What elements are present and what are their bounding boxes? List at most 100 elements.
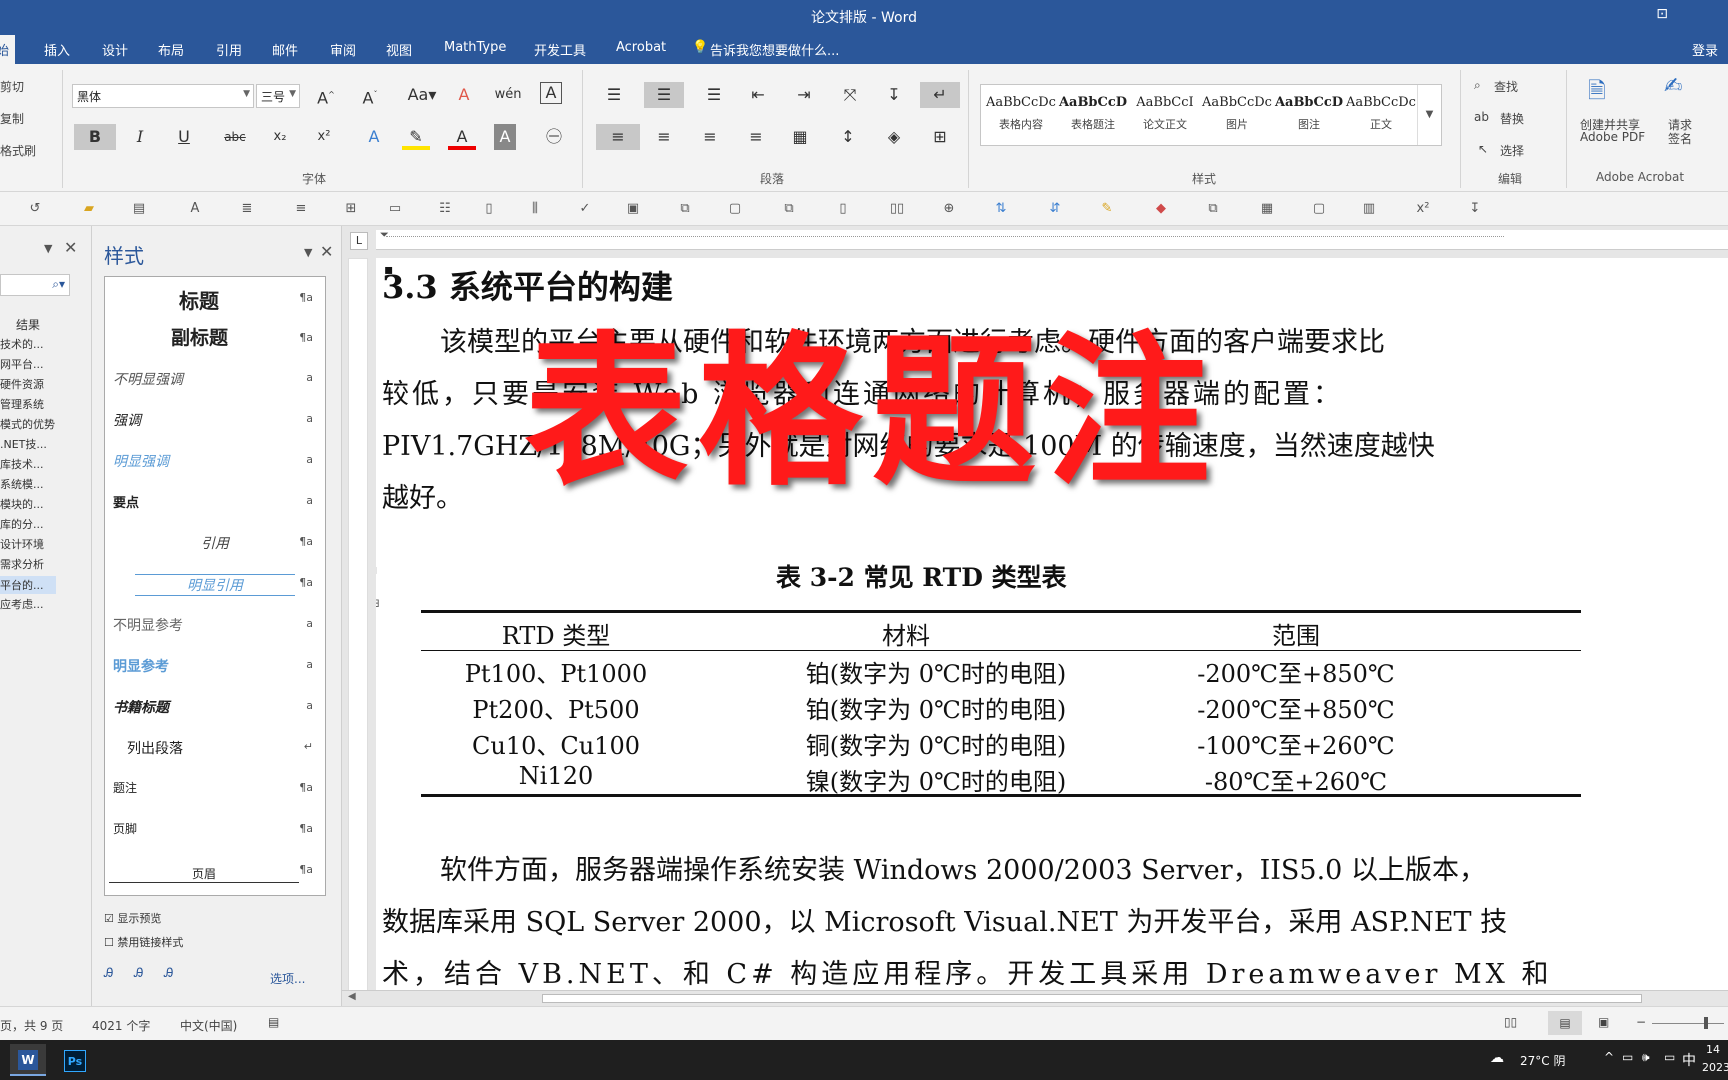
align-right-icon[interactable]: ≡: [696, 124, 724, 150]
find-button[interactable]: 查找: [1494, 78, 1518, 95]
style-inspector-icon[interactable]: Ꭿ: [134, 966, 143, 981]
show-preview-checkbox[interactable]: ☑ 显示预览: [104, 910, 161, 926]
cut-button[interactable]: 剪切: [0, 78, 24, 95]
style-item-intense-quote[interactable]: 明显引用 ¶a: [105, 566, 325, 600]
sort-icon[interactable]: ↧: [1466, 200, 1484, 218]
nav-heading-item[interactable]: 系统模...: [0, 476, 44, 492]
shrink-font-icon[interactable]: Aˇ: [356, 82, 384, 108]
character-border-icon[interactable]: A: [540, 82, 562, 104]
select-button[interactable]: 选择: [1500, 142, 1524, 159]
style-item-subtle-reference[interactable]: 不明显参考 a: [105, 607, 325, 641]
replace-button[interactable]: 替换: [1500, 110, 1524, 127]
style-item-book-title[interactable]: 书籍标题 a: [105, 689, 325, 723]
chevron-down-icon[interactable]: ▼: [243, 89, 250, 99]
font-size-combo[interactable]: 三号 ▼: [256, 84, 300, 108]
increase-indent-icon[interactable]: ⇥: [790, 82, 818, 108]
gallery-more-icon[interactable]: ▼: [1417, 85, 1441, 145]
nav-heading-item-selected[interactable]: 平台的...: [0, 576, 56, 594]
options-link[interactable]: 选项...: [270, 970, 305, 987]
volume-icon[interactable]: 🕪: [1642, 1050, 1650, 1065]
two-pages-icon[interactable]: ▯▯: [888, 200, 906, 218]
zoom-slider[interactable]: [1652, 1023, 1724, 1024]
superscript-icon[interactable]: x²: [310, 124, 338, 150]
format-painter-button[interactable]: 格式刷: [0, 142, 36, 159]
tab-review[interactable]: 审阅: [330, 40, 356, 59]
highlight-icon[interactable]: ✎: [402, 124, 430, 150]
clock-date[interactable]: 2023: [1702, 1061, 1728, 1074]
font-color-icon[interactable]: A: [448, 124, 476, 150]
phonetic-guide-icon[interactable]: wén: [494, 82, 522, 108]
scroll-left-icon[interactable]: ◀: [348, 991, 356, 1002]
sort-icon[interactable]: ⇵: [1046, 200, 1064, 218]
clear-format-icon[interactable]: A: [450, 82, 478, 108]
zoom-out-icon[interactable]: −: [1636, 1015, 1646, 1029]
close-icon[interactable]: ✕: [64, 238, 77, 257]
tab-view[interactable]: 视图: [386, 40, 412, 59]
align-icon[interactable]: ≡: [292, 200, 310, 218]
style-item-header[interactable]: 页眉 ¶a: [105, 853, 325, 887]
list-icon[interactable]: ☷: [436, 200, 454, 218]
nav-heading-item[interactable]: 硬件资源: [0, 376, 44, 392]
grow-font-icon[interactable]: A^: [312, 82, 340, 108]
style-table-content[interactable]: AaBbCcDc 表格内容: [985, 89, 1057, 143]
link-icon[interactable]: ⧉: [676, 200, 694, 218]
search-icon[interactable]: ⌕▾: [52, 277, 65, 292]
paragraph-icon[interactable]: ≣: [238, 200, 256, 218]
spelling-icon[interactable]: ✓: [576, 200, 594, 218]
textbox-icon[interactable]: ▭: [386, 200, 404, 218]
nav-heading-item[interactable]: 库技术...: [0, 456, 44, 472]
network-icon[interactable]: ▭: [1622, 1050, 1633, 1064]
distributed-icon[interactable]: ▦: [786, 124, 814, 150]
macro-record-icon[interactable]: ▤: [268, 1015, 279, 1029]
font-name-combo[interactable]: 黑体 ▼: [72, 84, 254, 108]
page-icon[interactable]: ▯: [480, 200, 498, 218]
style-image[interactable]: AaBbCcDc 图片: [1201, 89, 1273, 143]
style-item-subtle-emphasis[interactable]: 不明显强调 a: [105, 361, 325, 395]
change-case-icon[interactable]: Aa▾: [404, 82, 440, 108]
borders-icon[interactable]: ⊞: [926, 124, 954, 150]
language-indicator[interactable]: 中文(中国): [180, 1017, 237, 1034]
style-item-caption[interactable]: 题注 ¶a: [105, 771, 325, 805]
ime-indicator[interactable]: 中: [1682, 1050, 1696, 1070]
style-item-title[interactable]: 标题 ¶a: [105, 281, 325, 315]
style-item-intense-reference[interactable]: 明显参考 a: [105, 648, 325, 682]
new-style-icon[interactable]: Ꭿ: [104, 966, 113, 981]
decrease-indent-icon[interactable]: ⇤: [744, 82, 772, 108]
justify-icon[interactable]: ≡: [742, 124, 770, 150]
tab-acrobat[interactable]: Acrobat: [616, 40, 666, 55]
nav-heading-item[interactable]: 应考虑...: [0, 596, 44, 612]
copy-icon[interactable]: ⧉: [780, 200, 798, 218]
multilevel-list-icon[interactable]: ☰: [700, 82, 728, 108]
document-icon[interactable]: ▤: [130, 200, 148, 218]
bold-button[interactable]: B: [74, 124, 116, 150]
style-item-footer[interactable]: 页脚 ¶a: [105, 812, 325, 846]
nav-heading-item[interactable]: 管理系统: [0, 396, 44, 412]
word-taskbar-button[interactable]: W: [10, 1044, 46, 1076]
disable-linked-checkbox[interactable]: ☐ 禁用链接样式: [104, 934, 183, 950]
character-shading-icon[interactable]: A: [494, 124, 516, 150]
web-layout-icon[interactable]: ▣: [1598, 1015, 1609, 1029]
italic-button[interactable]: I: [126, 124, 154, 150]
move-icon[interactable]: ⊕: [940, 200, 958, 218]
style-item-list-paragraph[interactable]: 列出段落 ↵: [105, 730, 325, 764]
style-item-subtitle[interactable]: 副标题 ¶a: [105, 321, 325, 355]
field-icon[interactable]: ▣: [624, 200, 642, 218]
enclose-character-icon[interactable]: ㊀: [540, 124, 568, 150]
tab-home[interactable]: 始: [0, 35, 16, 67]
nav-heading-item[interactable]: .NET技...: [0, 436, 47, 452]
text-effects-icon[interactable]: A: [360, 124, 388, 150]
nav-heading-item[interactable]: 设计环境: [0, 536, 44, 552]
tab-references[interactable]: 引用: [216, 40, 242, 59]
chevron-up-icon[interactable]: ^: [1604, 1050, 1614, 1064]
zoom-slider-thumb[interactable]: [1704, 1017, 1708, 1029]
eraser-icon[interactable]: ◆: [1152, 200, 1170, 218]
chevron-down-icon[interactable]: ▼: [44, 242, 52, 255]
chart-icon[interactable]: ▥: [1360, 200, 1378, 218]
frame-icon[interactable]: ▢: [726, 200, 744, 218]
superscript-icon[interactable]: x²: [1414, 200, 1432, 218]
style-normal[interactable]: AaBbCcDc 正文: [1345, 89, 1417, 143]
tab-design[interactable]: 设计: [102, 40, 128, 59]
nav-heading-item[interactable]: 模块的...: [0, 496, 44, 512]
tab-mailings[interactable]: 邮件: [272, 40, 298, 59]
document-page[interactable]: ▪ 3.3 系统平台的构建 该模型的平台主要从硬件和软件环境两方面进行考虑。硬件…: [376, 258, 1728, 990]
